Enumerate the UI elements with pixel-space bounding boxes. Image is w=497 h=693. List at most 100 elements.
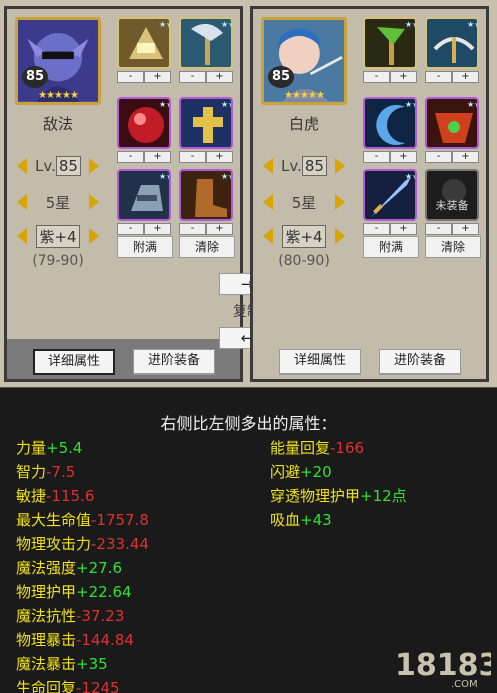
equip-plus-button[interactable]: + (206, 151, 233, 163)
fill-equipment-button[interactable]: 附满 (117, 236, 173, 258)
equip-plus-button[interactable]: + (390, 151, 417, 163)
crossbow-icon[interactable]: ★★★★★ (425, 17, 479, 69)
empty-slot-icon[interactable]: 未装备 (425, 169, 479, 221)
blue-spear-icon[interactable]: ★★★★★ (363, 169, 417, 221)
stat-row: 魔法暴击+35 (16, 652, 149, 676)
boot-icon[interactable]: ★★★★★ (179, 169, 233, 221)
fill-equipment-button[interactable]: 附满 (363, 236, 419, 258)
stat-label: 力量 (16, 439, 47, 457)
stat-row: 魔法抗性-37.23 (16, 604, 149, 628)
level-range: (79-90) (32, 253, 84, 269)
stat-value: -115.6 (46, 487, 95, 505)
stat-label: 最大生命值 (16, 511, 92, 529)
level-value[interactable]: 85 (55, 156, 81, 176)
stat-value: -37.23 (76, 607, 125, 625)
advance-equipment-button[interactable]: 进阶装备 (379, 349, 461, 375)
stat-value: +20 (300, 463, 332, 481)
equip-minus-button[interactable]: - (179, 71, 206, 83)
detail-attributes-button[interactable]: 详细属性 (279, 349, 361, 375)
detail-attributes-button[interactable]: 详细属性 (33, 349, 115, 375)
equip-plus-button[interactable]: + (144, 223, 171, 235)
clear-equipment-button[interactable]: 清除 (425, 236, 481, 258)
green-axe-icon[interactable]: ★★★★★ (363, 17, 417, 69)
clear-equipment-button[interactable]: 清除 (179, 236, 235, 258)
rank-value[interactable]: 紫+4 (282, 224, 326, 248)
rank-value[interactable]: 紫+4 (36, 224, 80, 248)
stat-row: 能量回复-166 (270, 436, 407, 460)
right-rank-stepper: 紫+4 (263, 224, 345, 248)
comparison-area: 85 ★★★★★ 敌法 Lv.85 5星 紫+4 (79-90) ★★★★★ (0, 0, 497, 387)
watermark-text: 18183 (395, 648, 491, 683)
star-decrease-arrow-icon[interactable] (263, 194, 273, 210)
equip-minus-button[interactable]: - (179, 151, 206, 163)
stat-value: -233.44 (91, 535, 149, 553)
equip-plus-button[interactable]: + (206, 71, 233, 83)
gauntlet-icon[interactable]: ★★★★★ (117, 169, 171, 221)
stat-label: 敏捷 (16, 487, 47, 505)
stat-difference-title: 右侧比左侧多出的属性： (160, 414, 337, 433)
head-armor-icon[interactable]: ★★★★★ (117, 17, 171, 69)
equip-minus-button[interactable]: - (363, 151, 390, 163)
axe-icon[interactable]: ★★★★★ (179, 17, 233, 69)
level-decrease-arrow-icon[interactable] (17, 158, 27, 174)
left-rank-stepper: 紫+4 (17, 224, 99, 248)
equip-plus-button[interactable]: + (452, 223, 479, 235)
level-decrease-arrow-icon[interactable] (263, 158, 273, 174)
stat-label: 生命回复 (16, 679, 77, 693)
equip-minus-button[interactable]: - (179, 223, 206, 235)
equip-slot: ★★★★★ -+ (179, 17, 233, 83)
equip-minus-button[interactable]: - (363, 223, 390, 235)
equip-plus-button[interactable]: + (390, 223, 417, 235)
stat-label: 智力 (16, 463, 47, 481)
left-hero-portrait[interactable]: 85 ★★★★★ (15, 17, 101, 105)
equip-minus-button[interactable]: - (117, 223, 144, 235)
equip-plus-button[interactable]: + (452, 71, 479, 83)
hero-level-badge: 85 (268, 66, 294, 88)
star-decrease-arrow-icon[interactable] (17, 194, 27, 210)
rank-decrease-arrow-icon[interactable] (263, 228, 273, 244)
star-increase-arrow-icon[interactable] (334, 194, 345, 210)
equip-plus-button[interactable]: + (144, 151, 171, 163)
equip-slot: 未装备 - + (425, 169, 479, 235)
level-value[interactable]: 85 (301, 156, 327, 176)
equip-plus-button[interactable]: + (144, 71, 171, 83)
equip-slot: ★★★★★ -+ (363, 17, 417, 83)
right-hero-portrait[interactable]: 85 ★★★★★ (261, 17, 347, 105)
stat-label: 闪避 (270, 463, 301, 481)
star-value: 5星 (45, 193, 71, 212)
stat-label: 物理护甲 (16, 583, 77, 601)
right-hero-name: 白虎 (288, 115, 319, 133)
equip-plus-button[interactable]: + (206, 223, 233, 235)
advance-equipment-button[interactable]: 进阶装备 (133, 349, 215, 375)
equip-slot: ★★★★★ -+ (179, 97, 233, 163)
level-increase-arrow-icon[interactable] (335, 158, 345, 174)
rank-decrease-arrow-icon[interactable] (17, 228, 27, 244)
equip-minus-button[interactable]: - (425, 71, 452, 83)
red-orb-icon[interactable]: ★★★★★ (117, 97, 171, 149)
equip-minus-button[interactable]: - (425, 223, 452, 235)
blue-crescent-icon[interactable]: ★★★★★ (363, 97, 417, 149)
stat-row: 敏捷-115.6 (16, 484, 149, 508)
equip-minus-button[interactable]: - (425, 151, 452, 163)
equip-plus-button[interactable]: + (390, 71, 417, 83)
stat-label: 魔法强度 (16, 559, 77, 577)
equip-slot: ★★★★★ -+ (363, 169, 417, 235)
level-prefix: Lv. (35, 157, 56, 175)
gold-cross-icon[interactable]: ★★★★★ (179, 97, 233, 149)
hero-star-rating: ★★★★★ (38, 90, 79, 101)
stat-row: 魔法强度+27.6 (16, 556, 149, 580)
rank-increase-arrow-icon[interactable] (89, 228, 99, 244)
equip-minus-button[interactable]: - (363, 71, 390, 83)
rank-increase-arrow-icon[interactable] (335, 228, 345, 244)
stat-row: 吸血+43 (270, 508, 407, 532)
level-prefix: Lv. (281, 157, 302, 175)
equip-plus-button[interactable]: + (452, 151, 479, 163)
star-increase-arrow-icon[interactable] (88, 194, 99, 210)
level-increase-arrow-icon[interactable] (89, 158, 99, 174)
equip-minus-button[interactable]: - (117, 151, 144, 163)
red-mask-icon[interactable]: ★★★★★ (425, 97, 479, 149)
stat-value: -166 (330, 439, 365, 457)
equip-minus-button[interactable]: - (117, 71, 144, 83)
stat-row: 穿透物理护甲+12点 (270, 484, 407, 508)
watermark-sub: .COM (451, 679, 478, 689)
